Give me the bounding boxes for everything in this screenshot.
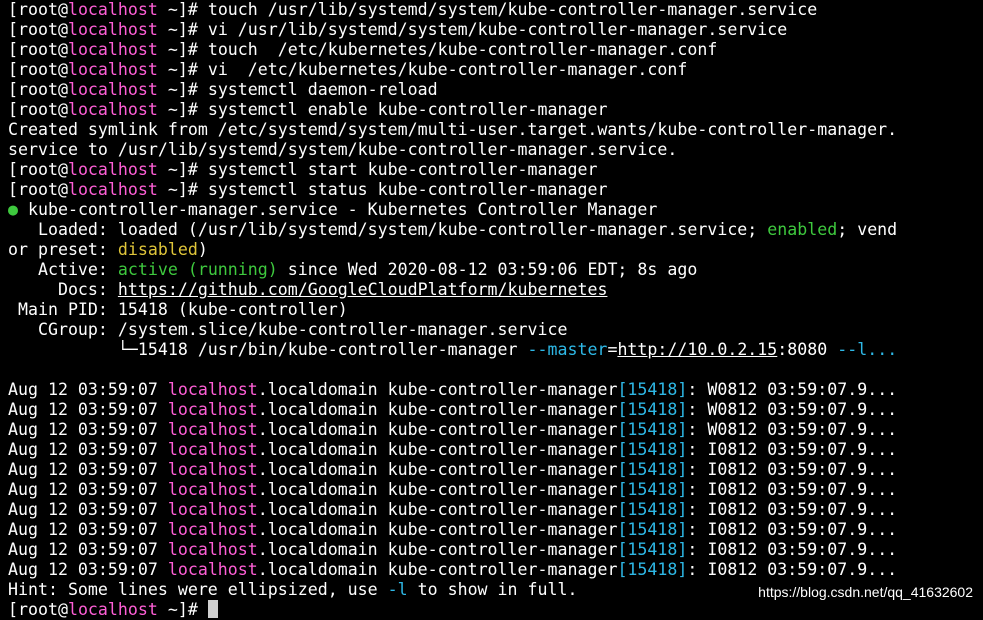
status-cgroup: CGroup: /system.slice/kube-controller-ma… (8, 320, 568, 339)
output-line: service to /usr/lib/systemd/system/kube-… (8, 140, 678, 159)
log-line: Aug 12 03:59:07 localhost.localdomain ku… (8, 520, 898, 539)
text-cursor (207, 600, 218, 618)
journal-log: Aug 12 03:59:07 localhost.localdomain ku… (8, 380, 983, 580)
log-line: Aug 12 03:59:07 localhost.localdomain ku… (8, 400, 898, 419)
command-line: [root@localhost ~]# vi /usr/lib/systemd/… (8, 20, 788, 39)
status-loaded: Loaded: loaded (/usr/lib/systemd/system/… (8, 220, 898, 239)
log-line: Aug 12 03:59:07 localhost.localdomain ku… (8, 540, 898, 559)
master-url-link[interactable]: http://10.0.2.15 (617, 340, 777, 359)
watermark: https://blog.csdn.net/qq_41632602 (758, 584, 973, 600)
command-line: [root@localhost ~]# systemctl status kub… (8, 180, 608, 199)
status-dot-icon: ● (8, 200, 18, 219)
log-line: Aug 12 03:59:07 localhost.localdomain ku… (8, 500, 898, 519)
status-docs: Docs: https://github.com/GoogleCloudPlat… (8, 280, 608, 299)
log-line: Aug 12 03:59:07 localhost.localdomain ku… (8, 480, 898, 499)
status-main-pid: Main PID: 15418 (kube-controller) (8, 300, 348, 319)
output-line: Created symlink from /etc/systemd/system… (8, 120, 898, 139)
command-line: [root@localhost ~]# vi /etc/kubernetes/k… (8, 60, 688, 79)
status-header: ● kube-controller-manager.service - Kube… (8, 200, 658, 219)
command-line[interactable]: [root@localhost ~]# (8, 600, 983, 620)
log-line: Aug 12 03:59:07 localhost.localdomain ku… (8, 560, 898, 579)
command-line: [root@localhost ~]# systemctl daemon-rel… (8, 80, 438, 99)
log-line: Aug 12 03:59:07 localhost.localdomain ku… (8, 460, 898, 479)
docs-link[interactable]: https://github.com/GoogleCloudPlatform/k… (118, 280, 608, 299)
status-cgroup-tree: └─15418 /usr/bin/kube-controller-manager… (8, 340, 898, 359)
terminal-window[interactable]: [root@localhost ~]# touch /usr/lib/syste… (8, 0, 983, 619)
command-line: [root@localhost ~]# touch /usr/lib/syste… (8, 0, 818, 19)
log-line: Aug 12 03:59:07 localhost.localdomain ku… (8, 440, 898, 459)
status-preset: or preset: disabled) (8, 240, 208, 259)
log-line: Aug 12 03:59:07 localhost.localdomain ku… (8, 380, 898, 399)
command-line: [root@localhost ~]# systemctl enable kub… (8, 100, 608, 119)
command-line: [root@localhost ~]# touch /etc/kubernete… (8, 40, 718, 59)
command-line: [root@localhost ~]# systemctl start kube… (8, 160, 598, 179)
status-active: Active: active (running) since Wed 2020-… (8, 260, 698, 279)
log-line: Aug 12 03:59:07 localhost.localdomain ku… (8, 420, 898, 439)
